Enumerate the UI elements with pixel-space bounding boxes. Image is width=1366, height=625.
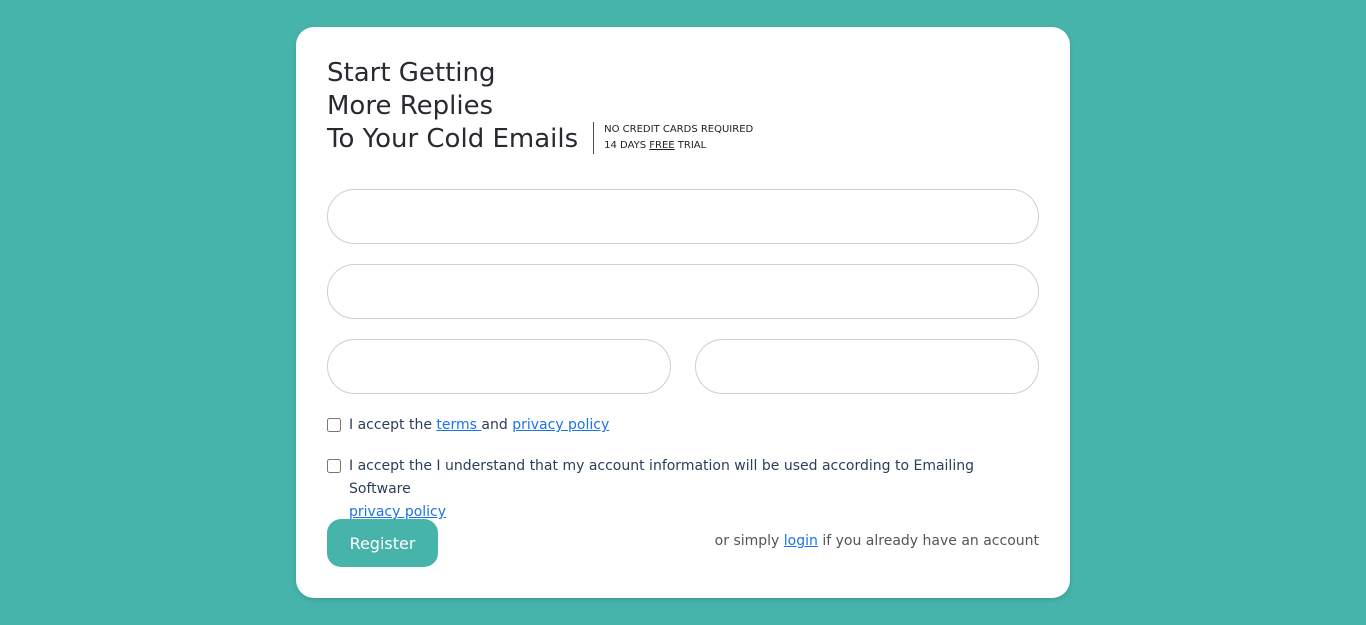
data-consent-sentence: I accept the I understand that my accoun… bbox=[349, 458, 974, 497]
signup-field-3[interactable] bbox=[327, 339, 671, 394]
login-prefix: or simply bbox=[714, 533, 784, 549]
login-link[interactable]: login bbox=[784, 533, 818, 549]
terms-consent-text: I accept the terms and privacy policy bbox=[349, 414, 609, 437]
login-note: or simply login if you already have an a… bbox=[715, 533, 1039, 549]
data-consent-privacy-link[interactable]: privacy policy bbox=[349, 504, 446, 520]
title-line-2: More Replies bbox=[327, 91, 494, 121]
terms-link[interactable]: terms bbox=[436, 417, 481, 433]
terms-checkbox[interactable] bbox=[327, 418, 341, 432]
signup-field-1[interactable] bbox=[327, 189, 1039, 244]
trial-text: 14 DAYS FREE TRIAL bbox=[604, 138, 753, 154]
trial-note: NO CREDIT CARDS REQUIRED 14 DAYS FREE TR… bbox=[593, 122, 753, 154]
terms-prefix: I accept the bbox=[349, 417, 437, 433]
title-line-3: To Your Cold Emails bbox=[327, 124, 579, 154]
privacy-policy-link[interactable]: privacy policy bbox=[512, 417, 609, 433]
data-consent-text: I accept the I understand that my accoun… bbox=[349, 455, 1039, 524]
trial-suffix: TRIAL bbox=[674, 140, 707, 151]
no-credit-card-text: NO CREDIT CARDS REQUIRED bbox=[604, 124, 754, 135]
terms-middle: and bbox=[481, 417, 513, 433]
data-consent-checkbox[interactable] bbox=[327, 459, 341, 473]
signup-field-4[interactable] bbox=[695, 339, 1039, 394]
data-consent-row: I accept the I understand that my accoun… bbox=[327, 455, 1039, 524]
trial-prefix: 14 DAYS bbox=[604, 140, 650, 151]
signup-field-2[interactable] bbox=[327, 264, 1039, 319]
title-line-1: Start Getting bbox=[327, 58, 496, 88]
headline-row: Start Getting More Replies To Your Cold … bbox=[327, 57, 753, 156]
terms-consent-row: I accept the terms and privacy policy bbox=[327, 414, 609, 437]
register-button[interactable]: Register bbox=[327, 519, 438, 567]
page-title: Start Getting More Replies To Your Cold … bbox=[327, 57, 578, 156]
free-emphasis: FREE bbox=[649, 140, 675, 151]
login-suffix: if you already have an account bbox=[817, 533, 1039, 549]
signup-card: Start Getting More Replies To Your Cold … bbox=[296, 27, 1070, 598]
